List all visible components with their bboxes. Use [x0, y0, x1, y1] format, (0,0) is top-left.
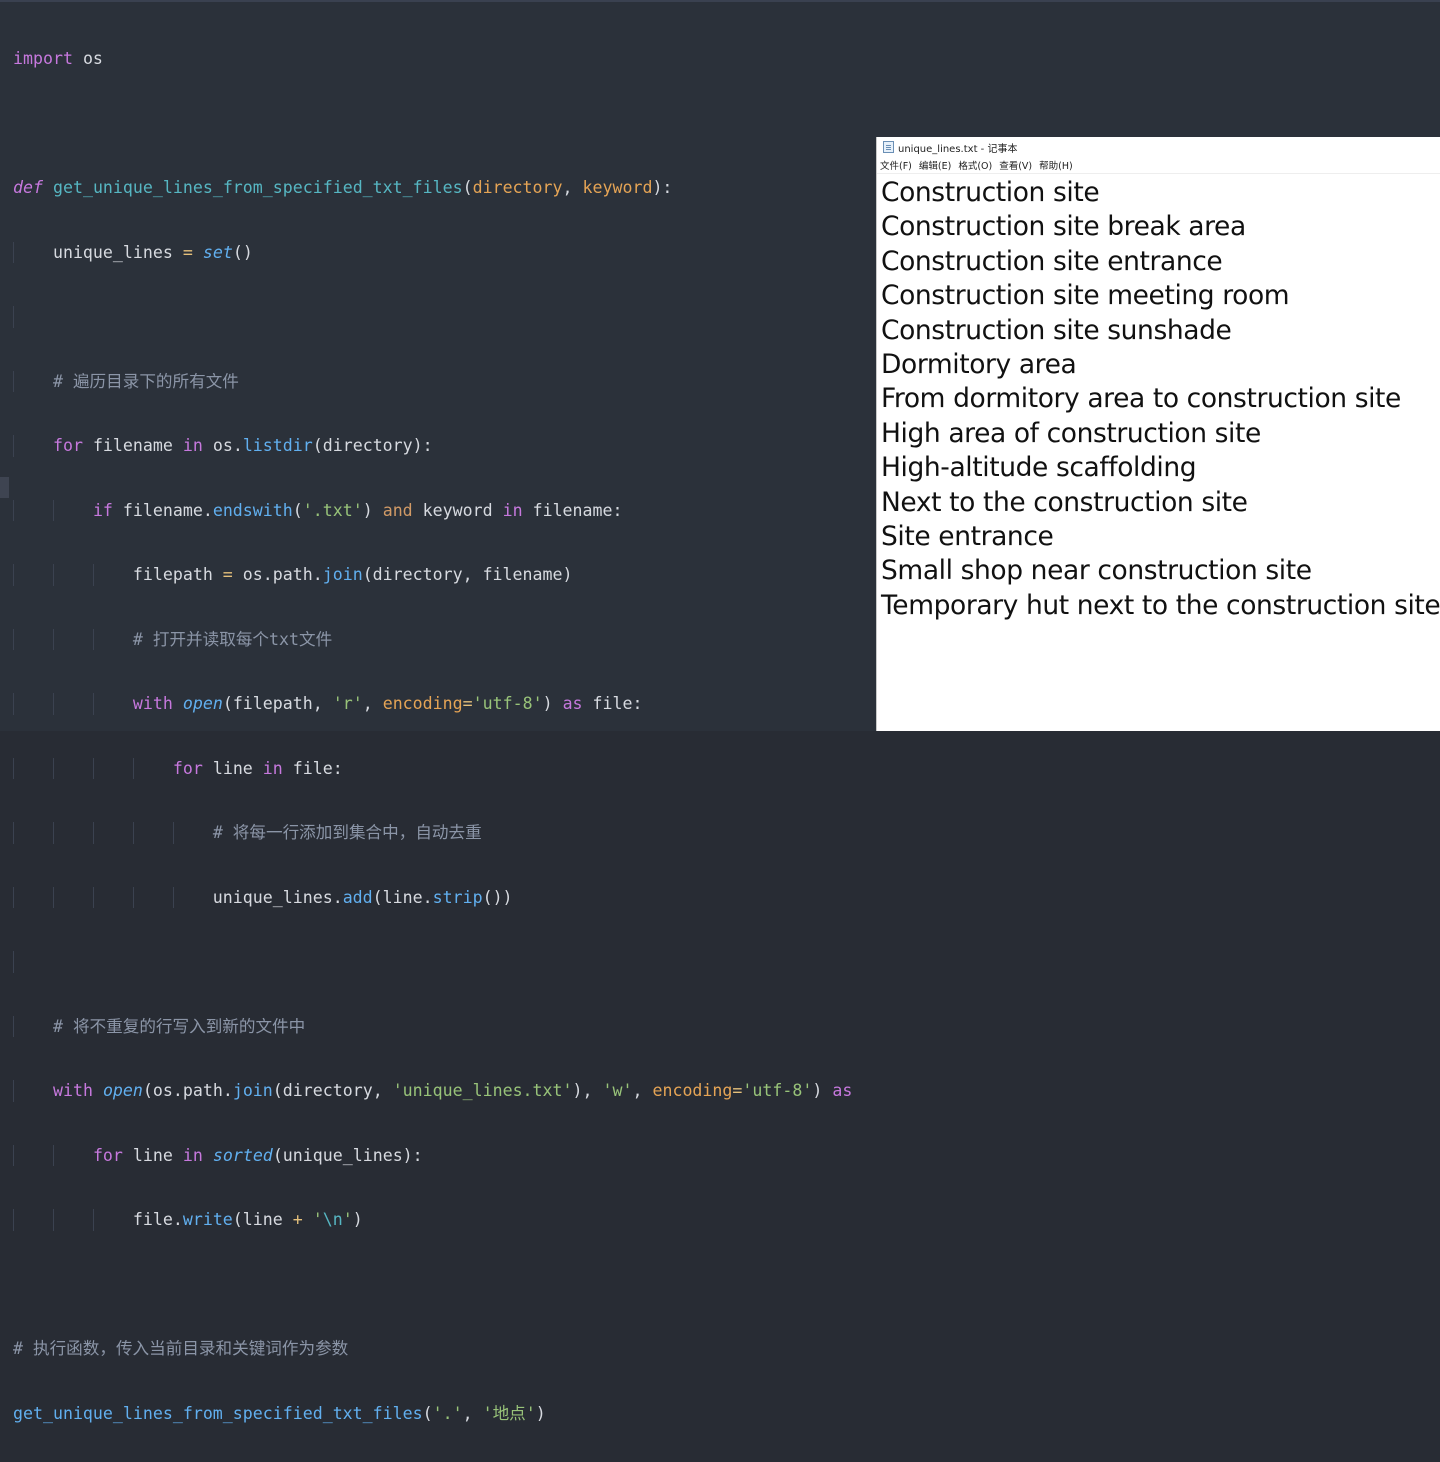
code-line: for line in sorted(unique_lines): [13, 1144, 852, 1166]
text-line: From dormitory area to construction site [881, 383, 1401, 415]
code-line: # 执行函数，传入当前目录和关键词作为参数 [13, 1339, 349, 1358]
text-line: Construction site entrance [881, 245, 1223, 277]
code-line: unique_lines = set() [13, 241, 253, 263]
menu-edit[interactable]: 编辑(E) [919, 158, 951, 172]
text-line: Construction site meeting room [881, 280, 1290, 312]
text-line: High-altitude scaffolding [881, 452, 1197, 484]
text-line: Site entrance [881, 521, 1054, 553]
code-line: def get_unique_lines_from_specified_txt_… [13, 178, 673, 197]
text-line: Construction site break area [881, 211, 1246, 243]
text-line: High area of construction site [881, 417, 1261, 449]
code-line: unique_lines.add(line.strip()) [13, 886, 513, 908]
code-line [13, 951, 852, 973]
code-area[interactable]: import os def get_unique_lines_from_spec… [13, 5, 852, 1462]
code-line: file.write(line + '\n') [13, 1209, 363, 1231]
menu-view[interactable]: 查看(V) [999, 158, 1032, 172]
code-line: filepath = os.path.join(directory, filen… [13, 564, 573, 586]
code-line: with open(filepath, 'r', encoding='utf-8… [13, 693, 852, 715]
code-line: for filename in os.listdir(directory): [13, 435, 852, 457]
code-line: for line in file: [13, 757, 852, 779]
notepad-text-area[interactable]: Construction site Construction site brea… [877, 174, 1440, 623]
notepad-window[interactable]: unique_lines.txt - 记事本 文件(F) 编辑(E) 格式(O)… [876, 137, 1440, 731]
code-line: # 将每一行添加到集合中，自动去重 [13, 822, 852, 844]
menu-help[interactable]: 帮助(H) [1039, 158, 1073, 172]
menu-file[interactable]: 文件(F) [880, 158, 912, 172]
text-line: Next to the construction site [881, 486, 1248, 518]
menu-format[interactable]: 格式(O) [958, 158, 992, 172]
code-line: # 打开并读取每个txt文件 [13, 628, 852, 650]
window-title: unique_lines.txt - 记事本 [898, 143, 1018, 155]
text-line: Temporary hut next to the construction s… [881, 589, 1440, 621]
menu-bar: 文件(F) 编辑(E) 格式(O) 查看(V) 帮助(H) [877, 157, 1440, 174]
code-line: if filename.endswith('.txt') and keyword… [13, 499, 852, 521]
code-line: with open(os.path.join(directory, 'uniqu… [13, 1080, 852, 1102]
code-line [13, 306, 852, 328]
notepad-titlebar[interactable]: unique_lines.txt - 记事本 [877, 137, 1440, 157]
text-line: Construction site [881, 177, 1100, 208]
code-line: get_unique_lines_from_specified_txt_file… [13, 1403, 546, 1423]
notepad-icon [883, 141, 894, 153]
text-line: Small shop near construction site [881, 555, 1312, 587]
text-cursor [0, 477, 9, 498]
code-line: # 将不重复的行写入到新的文件中 [13, 1015, 852, 1037]
code-line: # 遍历目录下的所有文件 [13, 370, 852, 392]
text-line: Construction site sunshade [881, 314, 1232, 346]
text-line: Dormitory area [881, 349, 1077, 381]
code-line: import os [13, 49, 103, 68]
